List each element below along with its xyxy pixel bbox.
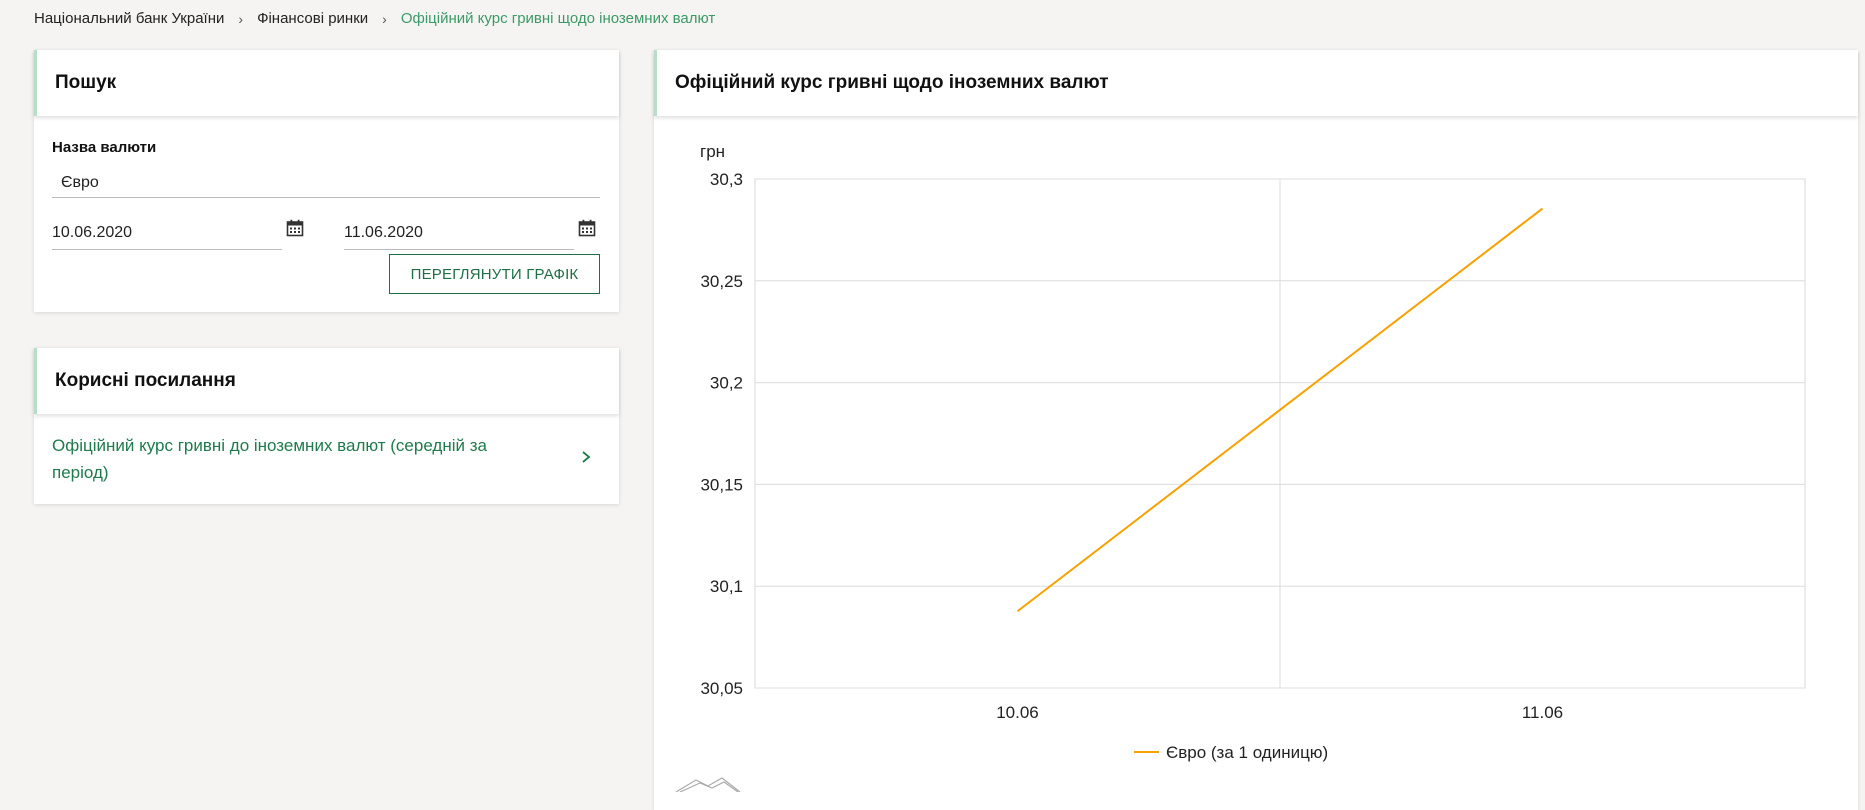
x-tick-label: 11.06 — [1522, 703, 1563, 722]
y-tick-label: 30,15 — [700, 475, 743, 494]
y-tick-label: 30,2 — [710, 374, 743, 393]
x-tick-label: 10.06 — [996, 703, 1039, 722]
chart-card-title: Офіційний курс гривні щодо іноземних вал… — [654, 50, 1858, 116]
y-axis-label: грн — [700, 142, 725, 161]
y-tick-label: 30,05 — [700, 679, 743, 698]
y-tick-label: 30,25 — [700, 272, 743, 291]
y-tick-label: 30,3 — [710, 170, 743, 189]
useful-links-title: Корисні посилання — [34, 348, 619, 414]
legend-label[interactable]: Євро (за 1 одиницю) — [1166, 743, 1328, 762]
chart-watermark-icon — [675, 777, 741, 792]
y-tick-label: 30,1 — [710, 577, 743, 596]
search-card-title: Пошук — [34, 50, 619, 116]
